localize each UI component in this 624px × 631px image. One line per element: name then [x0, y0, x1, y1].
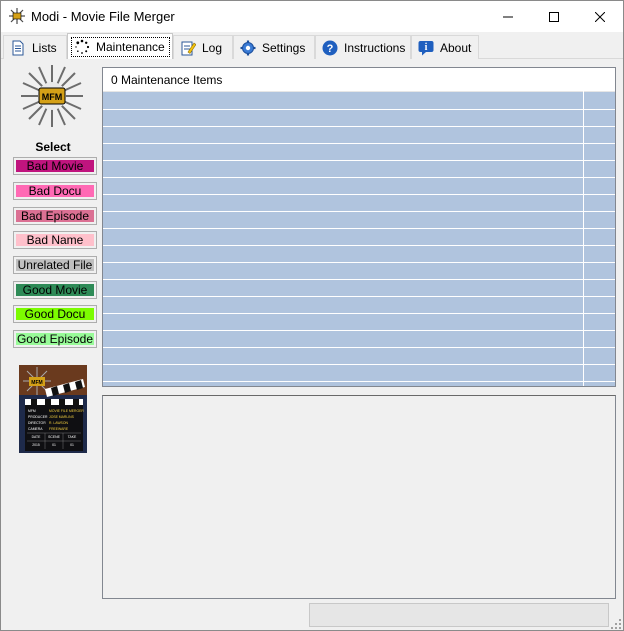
clapperboard-poster: MFM MFM PRODUCER DIRECTOR CAMERA MOVIE F… — [19, 365, 87, 453]
svg-text:SCENE: SCENE — [48, 435, 60, 439]
grid-row-line — [103, 177, 615, 178]
tab-label: Instructions — [344, 40, 406, 55]
grid-row-line — [103, 330, 615, 331]
svg-text:?: ? — [327, 43, 334, 55]
grid-row-line — [103, 296, 615, 297]
svg-text:CAMERA: CAMERA — [28, 427, 43, 431]
grid-row-line — [103, 126, 615, 127]
svg-text:MFM: MFM — [28, 409, 36, 413]
resize-grip-icon[interactable] — [611, 619, 621, 629]
grid-row-line — [103, 262, 615, 263]
svg-text:R. LAWSON: R. LAWSON — [49, 421, 68, 425]
bad-docu-label: Bad Docu — [16, 184, 94, 198]
tab-label: About — [440, 40, 472, 55]
bad-movie-label: Bad Movie — [16, 159, 94, 173]
tab-label: Maintenance — [96, 40, 165, 54]
tab-label: Settings — [262, 40, 306, 55]
good-episode-button[interactable]: Good Episode — [13, 330, 97, 348]
grid-row-line — [103, 279, 615, 280]
svg-text:01: 01 — [70, 443, 74, 447]
maintenance-grid[interactable]: 0 Maintenance Items — [102, 67, 616, 387]
svg-text:2015: 2015 — [32, 443, 40, 447]
svg-text:FREEWARE: FREEWARE — [49, 427, 69, 431]
tab-instructions[interactable]: ? Instructions — [315, 35, 411, 59]
app-window: Modi - Movie File Merger Lists Maintenan… — [0, 0, 624, 631]
status-bar — [1, 601, 623, 630]
svg-text:DATE: DATE — [32, 435, 42, 439]
app-logo-icon — [9, 8, 25, 24]
bad-docu-button[interactable]: Bad Docu — [13, 182, 97, 200]
grid-row-line — [103, 245, 615, 246]
good-movie-label: Good Movie — [16, 283, 94, 297]
grid-row-line — [103, 313, 615, 314]
details-panel[interactable] — [102, 395, 616, 599]
tab-settings[interactable]: Settings — [233, 35, 315, 59]
spinner-dots-icon — [75, 39, 90, 54]
unrelated-file-button[interactable]: Unrelated File — [13, 256, 97, 274]
grid-row-line — [103, 347, 615, 348]
list-document-icon — [12, 40, 24, 55]
svg-text:MFM: MFM — [31, 380, 42, 386]
window-title: Modi - Movie File Merger — [31, 9, 175, 24]
grid-header-label: 0 Maintenance Items — [111, 73, 223, 87]
grid-row-line — [103, 211, 615, 212]
info-icon: i — [418, 40, 434, 55]
logo-text: MFM — [42, 92, 63, 102]
good-movie-button[interactable]: Good Movie — [13, 281, 97, 299]
maximize-button[interactable] — [531, 1, 577, 32]
clapperboard-icon: MFM MFM PRODUCER DIRECTOR CAMERA MOVIE F… — [19, 365, 87, 453]
title-bar[interactable]: Modi - Movie File Merger — [1, 1, 623, 32]
svg-text:PRODUCER: PRODUCER — [28, 415, 48, 419]
svg-text:DIRECTOR: DIRECTOR — [28, 421, 46, 425]
unrelated-file-label: Unrelated File — [16, 258, 94, 272]
grid-row-line — [103, 160, 615, 161]
tab-maintenance[interactable]: Maintenance — [67, 33, 173, 60]
bad-movie-button[interactable]: Bad Movie — [13, 157, 97, 175]
gear-icon — [240, 40, 256, 55]
good-episode-label: Good Episode — [16, 332, 94, 346]
tab-focus-rect: Maintenance — [71, 37, 170, 57]
grid-row-line — [103, 109, 615, 110]
svg-text:01: 01 — [52, 443, 56, 447]
tab-label: Log — [202, 40, 223, 55]
grid-row-line — [103, 364, 615, 365]
maintenance-page: MFM Select Bad Movie Bad Docu Bad Episod… — [3, 59, 621, 599]
select-label: Select — [35, 140, 71, 154]
close-icon — [595, 11, 605, 22]
tab-about[interactable]: i About — [411, 35, 479, 59]
notepad-pencil-icon — [181, 41, 196, 55]
minimize-button[interactable] — [485, 1, 531, 32]
grid-row-line — [103, 381, 615, 382]
bad-episode-button[interactable]: Bad Episode — [13, 207, 97, 225]
bad-episode-label: Bad Episode — [16, 209, 94, 223]
minimize-icon — [503, 16, 513, 17]
status-progress-field — [309, 603, 609, 627]
bad-name-button[interactable]: Bad Name — [13, 231, 97, 249]
good-docu-button[interactable]: Good Docu — [13, 305, 97, 323]
tab-log[interactable]: Log — [173, 35, 233, 59]
close-button[interactable] — [577, 1, 623, 32]
svg-text:i: i — [425, 42, 428, 53]
good-docu-label: Good Docu — [16, 307, 94, 321]
maximize-icon — [549, 11, 559, 22]
question-icon: ? — [322, 40, 338, 55]
sidebar: MFM Select Bad Movie Bad Docu Bad Episod… — [3, 59, 101, 599]
grid-header[interactable]: 0 Maintenance Items — [103, 68, 615, 92]
bad-name-label: Bad Name — [16, 233, 94, 247]
svg-text:MOVIE FILE MERGER: MOVIE FILE MERGER — [49, 409, 84, 413]
tab-label: Lists — [32, 40, 57, 55]
grid-row-line — [103, 194, 615, 195]
svg-text:TAKE: TAKE — [68, 435, 77, 439]
grid-row-line — [103, 143, 615, 144]
grid-column-separator — [583, 68, 584, 386]
tab-lists[interactable]: Lists — [3, 35, 67, 59]
tab-strip: Lists Maintenance Log Settings ? Instruc… — [1, 32, 623, 60]
grid-row-line — [103, 228, 615, 229]
svg-text:JOSE MARLINS: JOSE MARLINS — [49, 415, 75, 419]
mfm-logo: MFM — [21, 65, 83, 127]
